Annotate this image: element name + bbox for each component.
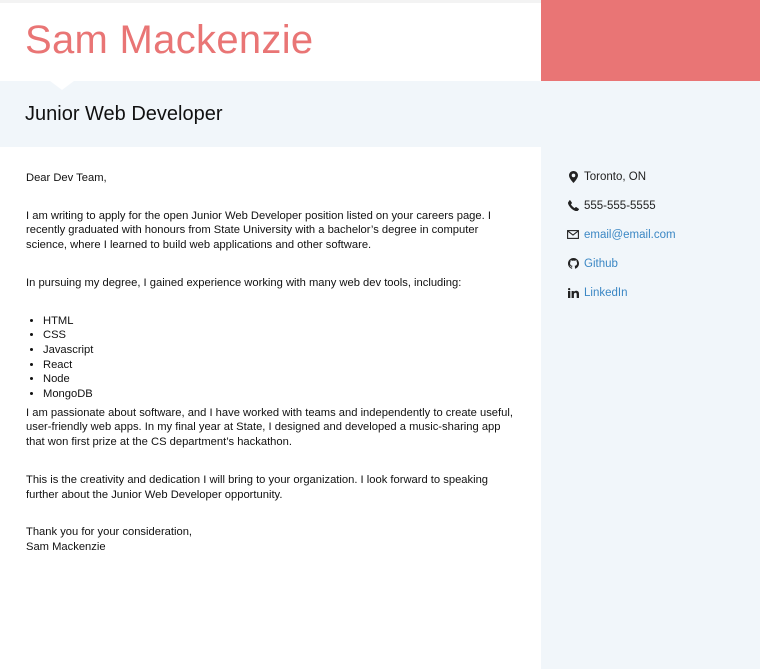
list-item: MongoDB	[43, 387, 521, 402]
contact-location: Toronto, ON	[541, 162, 760, 191]
intro-paragraph: I am writing to apply for the open Junio…	[26, 209, 491, 252]
contact-phone: 555-555-5555	[541, 191, 760, 220]
closing-line: Thank you for your consideration,	[26, 526, 193, 539]
contact-email[interactable]: email@email.com	[541, 220, 760, 249]
closing-paragraph: This is the creativity and dedication I …	[26, 473, 489, 501]
contact-linkedin[interactable]: LinkedIn	[541, 278, 760, 307]
contact-list: Toronto, ON 555-555-5555 email@email.com…	[541, 162, 760, 307]
github-icon	[566, 258, 580, 269]
phone-icon	[566, 200, 580, 211]
signature: Sam Mackenzie	[26, 540, 106, 553]
list-item: HTML	[43, 314, 521, 329]
accent-block	[541, 0, 760, 81]
tools-intro-paragraph: In pursuing my degree, I gained experien…	[26, 276, 462, 289]
map-marker-icon	[566, 170, 580, 183]
header-notch	[50, 81, 74, 90]
phone-text: 555-555-5555	[584, 199, 656, 212]
email-link[interactable]: email@email.com	[584, 229, 676, 241]
cover-letter-body: Dear Dev Team, I am writing to apply for…	[26, 171, 521, 555]
list-item: React	[43, 358, 521, 373]
applicant-name: Sam Mackenzie	[25, 18, 314, 62]
contact-sidebar: Toronto, ON 555-555-5555 email@email.com…	[541, 147, 760, 669]
tools-list: HTML CSS Javascript React Node MongoDB	[26, 314, 521, 402]
contact-github[interactable]: Github	[541, 249, 760, 278]
linkedin-icon	[566, 287, 580, 298]
github-link[interactable]: Github	[584, 258, 618, 270]
job-title: Junior Web Developer	[25, 103, 223, 125]
experience-paragraph: I am passionate about software, and I ha…	[26, 406, 513, 449]
list-item: CSS	[43, 328, 521, 343]
list-item: Node	[43, 372, 521, 387]
linkedin-link[interactable]: LinkedIn	[584, 287, 627, 299]
envelope-icon	[566, 230, 580, 239]
location-text: Toronto, ON	[584, 170, 646, 183]
list-item: Javascript	[43, 343, 521, 358]
top-border	[0, 0, 541, 3]
salutation: Dear Dev Team,	[26, 172, 107, 184]
